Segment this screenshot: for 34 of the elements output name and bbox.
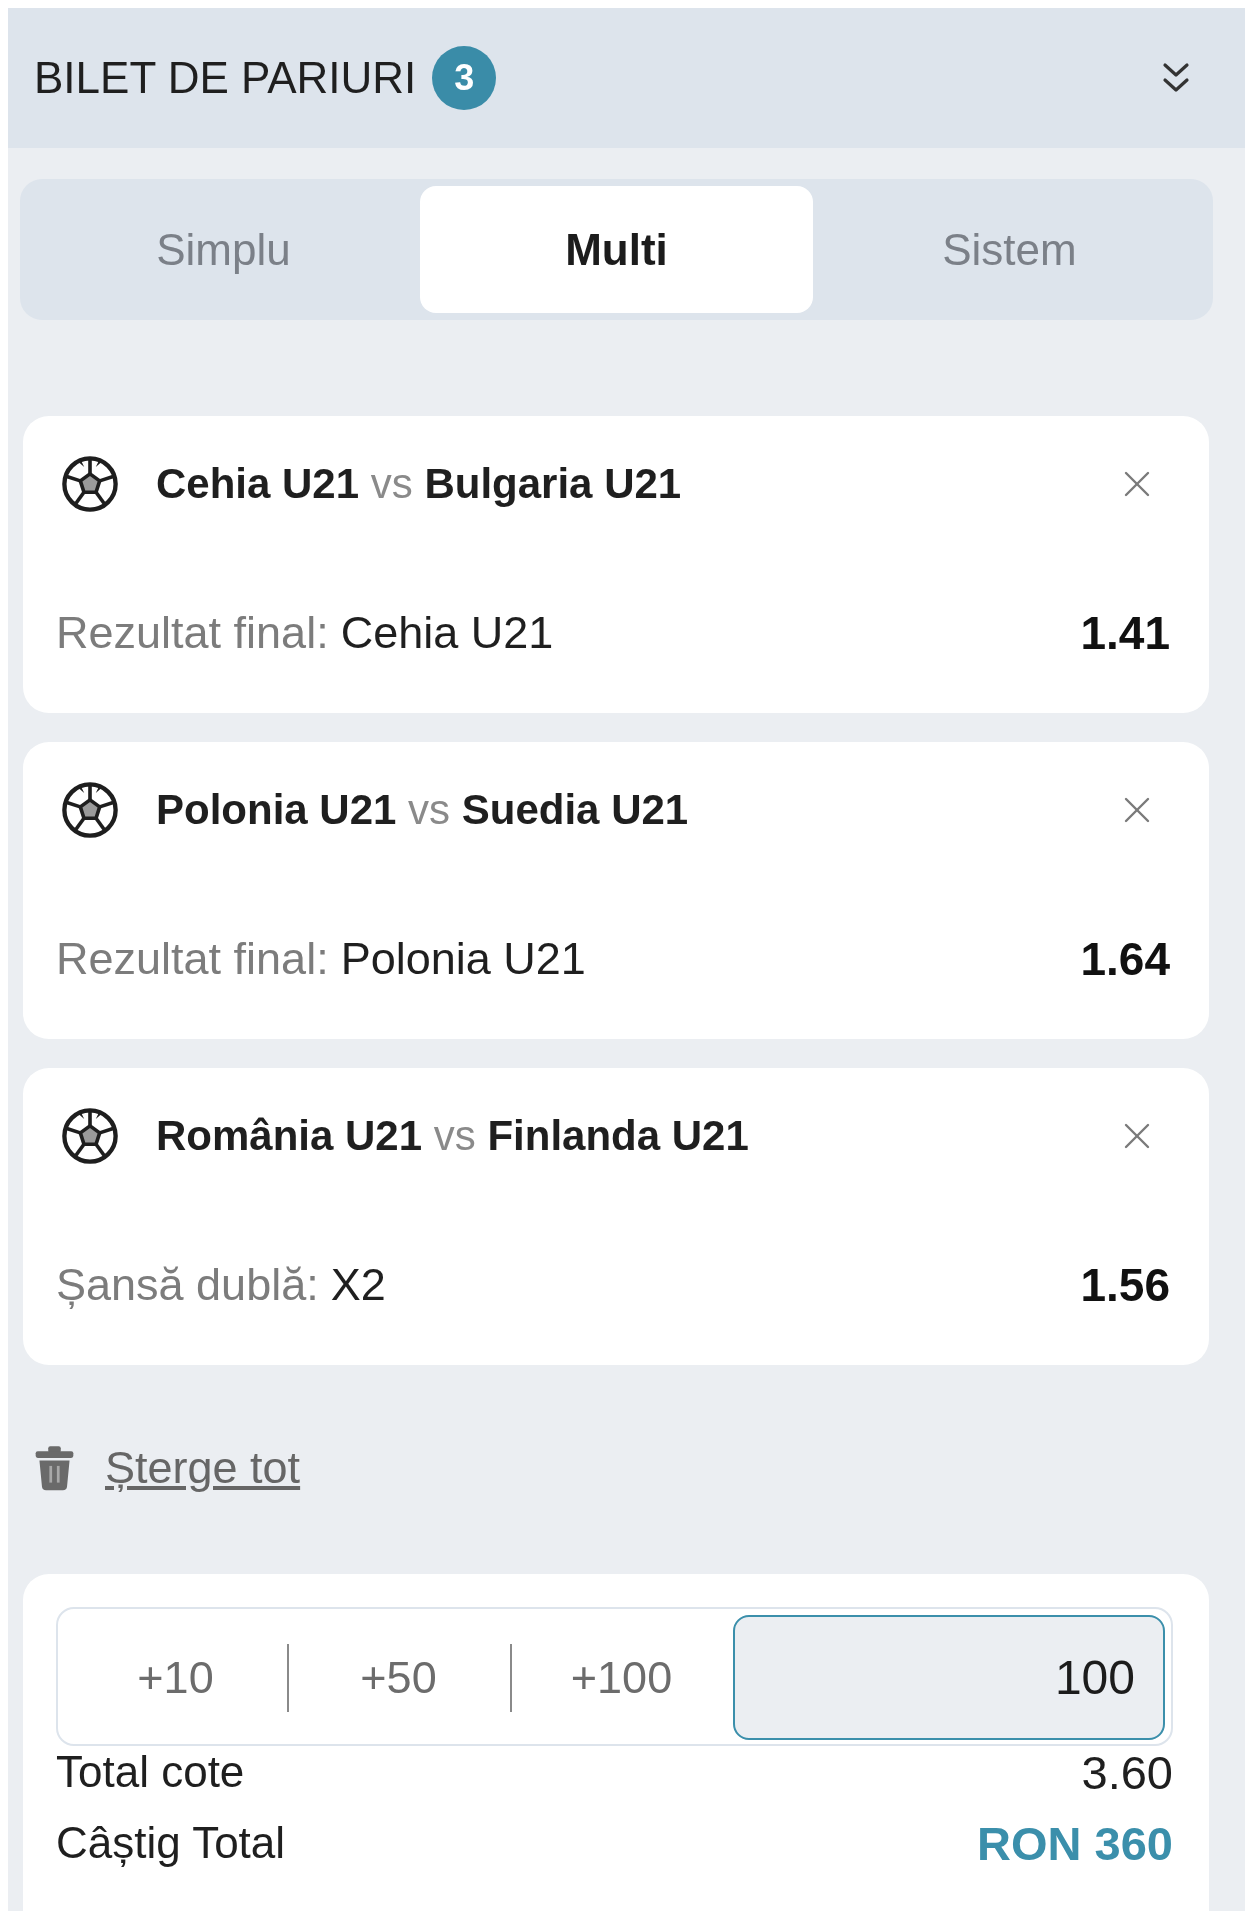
count-badge: 3 [432, 46, 497, 110]
clear-all-link[interactable]: Șterge tot [105, 1442, 301, 1494]
match-title: Polonia U21 vs Suedia U21 [156, 786, 689, 834]
summary-label: Total cote [56, 1747, 245, 1797]
betslip-title: BILET DE PARIURI [34, 52, 417, 104]
close-icon[interactable] [1123, 470, 1151, 498]
trash-icon[interactable] [33, 1445, 76, 1491]
market-label: Rezultat final: [56, 933, 329, 985]
soccer-ball-icon [61, 1107, 119, 1165]
soccer-ball-icon [61, 781, 119, 839]
selection-label: X2 [330, 1259, 386, 1311]
market-label: Șansă dublă: [56, 1259, 319, 1311]
summary-label: Câștig Total [56, 1818, 286, 1868]
close-icon[interactable] [1123, 796, 1151, 824]
summary-value: 3.60 [1081, 1744, 1173, 1800]
match-title: România U21 vs Finlanda U21 [156, 1112, 749, 1160]
bet-type-tab[interactable]: Sistem [813, 186, 1206, 313]
market-label: Rezultat final: [56, 607, 329, 659]
bet-type-tab[interactable]: Simplu [27, 186, 420, 313]
quick-amount-button[interactable]: +10 [64, 1615, 287, 1740]
quick-amount-button[interactable]: +100 [510, 1615, 733, 1740]
double-chevron-down-icon[interactable] [1161, 62, 1191, 94]
summary-value: RON 360 [977, 1815, 1173, 1871]
quick-amount-button[interactable]: +50 [287, 1615, 510, 1740]
bet-type-tab[interactable]: Multi [420, 186, 813, 313]
selection-label: Polonia U21 [340, 933, 586, 985]
close-icon[interactable] [1123, 1122, 1151, 1150]
stake-input[interactable]: 100 [733, 1615, 1165, 1740]
odds-value: 1.56 [1080, 1258, 1170, 1312]
match-title: Cehia U21 vs Bulgaria U21 [156, 460, 682, 508]
odds-value: 1.41 [1080, 606, 1170, 660]
soccer-ball-icon [61, 455, 119, 513]
selection-label: Cehia U21 [340, 607, 554, 659]
odds-value: 1.64 [1080, 932, 1170, 986]
